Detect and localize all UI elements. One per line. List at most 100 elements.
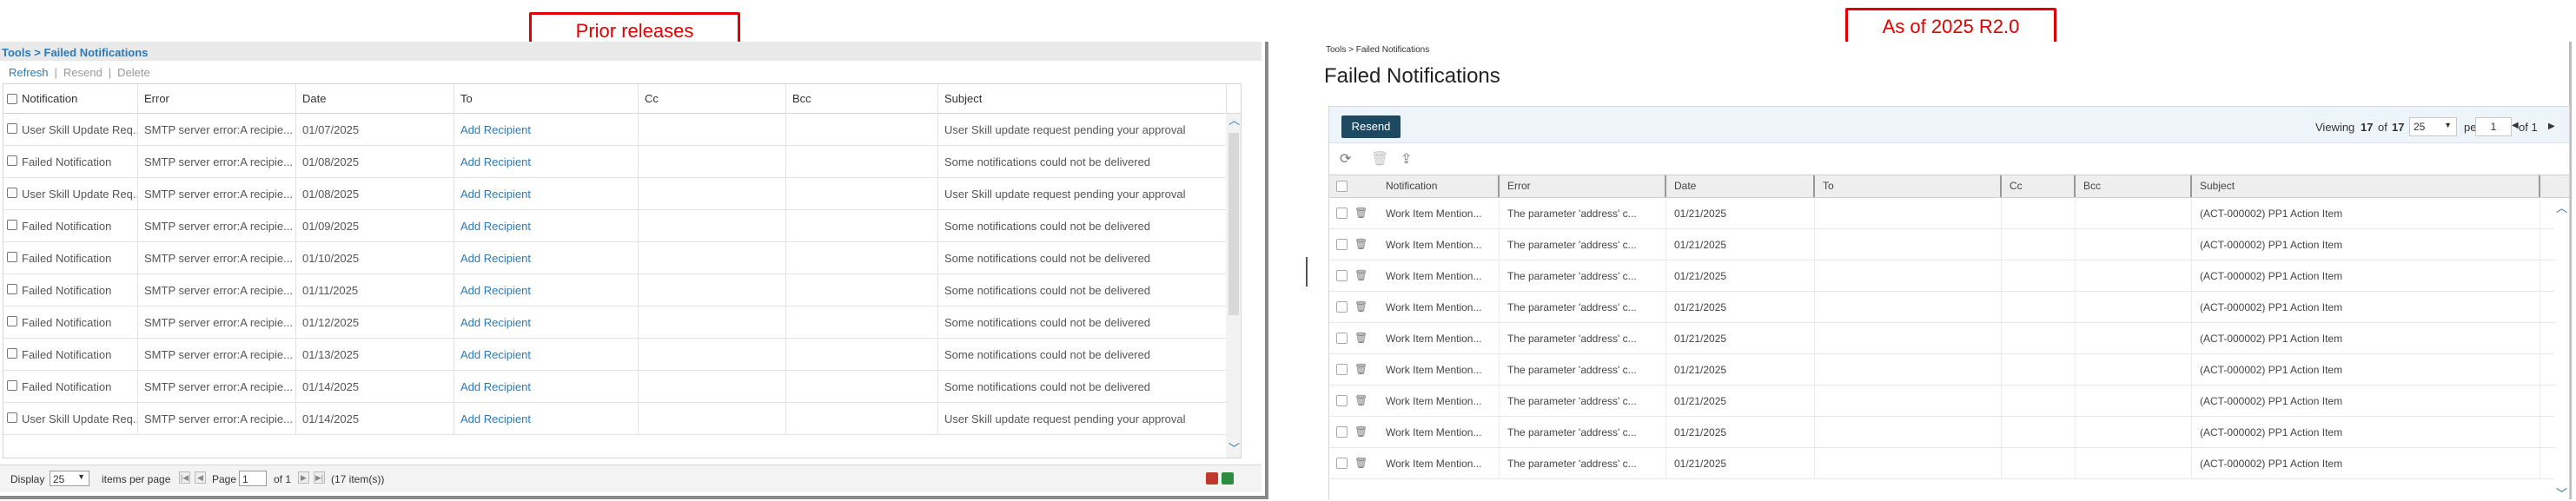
trash-icon[interactable]: 🗑 (1371, 150, 1388, 168)
grid-footer: Display 25 ▼ items per page |◀ ◀ Page 1 … (0, 465, 1262, 492)
table-row[interactable]: User Skill Update Req... SMTP server erro… (3, 114, 1227, 146)
table-row[interactable]: 🗑 Work Item Mention... The parameter 'addr… (1329, 229, 2554, 260)
delete-link[interactable]: Delete (117, 66, 150, 79)
resend-button[interactable]: Resend (1341, 115, 1401, 138)
row-checkbox[interactable] (1336, 270, 1348, 281)
export-pdf-icon[interactable] (1206, 472, 1218, 485)
breadcrumb[interactable]: Tools > Failed Notifications (0, 42, 1262, 61)
export-icon[interactable]: ⇪ (1401, 150, 1412, 168)
add-recipient-link[interactable]: Add Recipient (454, 307, 639, 338)
table-row[interactable]: User Skill Update Req... SMTP server erro… (3, 178, 1227, 210)
delete-row-icon[interactable]: 🗑 (1354, 332, 1367, 344)
table-row[interactable]: Failed Notification SMTP server error:A r… (3, 146, 1227, 178)
prev-page-icon[interactable]: ◀ (195, 471, 206, 484)
first-page-icon[interactable]: |◀ (179, 471, 190, 484)
delete-row-icon[interactable]: 🗑 (1354, 363, 1367, 375)
select-all-checkbox[interactable] (1336, 181, 1348, 192)
column-header-to[interactable]: To (1815, 175, 2002, 197)
viewing-label: Viewing (2315, 121, 2355, 134)
table-row[interactable]: 🗑 Work Item Mention... The parameter 'addr… (1329, 292, 2554, 323)
breadcrumb[interactable]: Tools > Failed Notifications (1326, 45, 1429, 55)
row-checkbox[interactable] (1336, 395, 1348, 406)
refresh-link[interactable]: Refresh (9, 66, 49, 79)
cell-date: 01/21/2025 (1666, 386, 1815, 416)
page-number-input[interactable]: 1 (239, 471, 267, 486)
add-recipient-link[interactable]: Add Recipient (454, 114, 639, 145)
row-checkbox[interactable] (1336, 364, 1348, 375)
table-row[interactable]: Failed Notification SMTP server error:A r… (3, 307, 1227, 339)
table-row[interactable]: Failed Notification SMTP server error:A r… (3, 210, 1227, 242)
add-recipient-link[interactable]: Add Recipient (454, 371, 639, 402)
column-header-date[interactable]: Date (1666, 175, 1815, 197)
cell-bcc (2076, 354, 2192, 385)
column-header-error[interactable]: Error (138, 84, 296, 113)
cell-error: The parameter 'address' c... (1500, 260, 1666, 291)
vertical-scrollbar[interactable]: ︿ ﹀ (1226, 114, 1241, 458)
display-label: Display (10, 473, 45, 485)
table-row[interactable]: Failed Notification SMTP server error:A r… (3, 371, 1227, 403)
column-header-notification[interactable]: Notification (1378, 175, 1500, 197)
table-row[interactable]: 🗑 Work Item Mention... The parameter 'addr… (1329, 386, 2554, 417)
resend-link[interactable]: Resend (63, 66, 103, 79)
last-page-icon[interactable]: ▶| (314, 471, 325, 484)
delete-row-icon[interactable]: 🗑 (1354, 207, 1367, 219)
column-header-subject[interactable]: Subject (2192, 175, 2540, 197)
next-page-icon[interactable]: ▶ (2548, 122, 2555, 131)
delete-row-icon[interactable]: 🗑 (1354, 425, 1367, 438)
add-recipient-link[interactable]: Add Recipient (454, 146, 639, 177)
export-excel-icon[interactable] (1222, 472, 1234, 485)
column-header-cc[interactable]: Cc (2002, 175, 2076, 197)
add-recipient-link[interactable]: Add Recipient (454, 403, 639, 434)
table-row[interactable]: 🗑 Work Item Mention... The parameter 'addr… (1329, 198, 2554, 229)
next-page-icon[interactable]: ▶ (298, 471, 309, 484)
delete-row-icon[interactable]: 🗑 (1354, 269, 1367, 281)
vertical-scrollbar[interactable]: ︿ ﹀ (2554, 198, 2569, 500)
scroll-up-icon[interactable]: ︿ (1228, 115, 1240, 126)
add-recipient-link[interactable]: Add Recipient (454, 242, 639, 274)
table-row[interactable]: User Skill Update Req... SMTP server erro… (3, 403, 1227, 435)
refresh-icon[interactable]: ⟳ (1340, 150, 1351, 168)
table-row[interactable]: 🗑 Work Item Mention... The parameter 'addr… (1329, 323, 2554, 354)
scroll-down-icon[interactable]: ﹀ (1228, 443, 1240, 454)
cell-subject: Some notifications could not be delivere… (938, 371, 1227, 402)
table-row[interactable]: Failed Notification SMTP server error:A r… (3, 242, 1227, 274)
table-row[interactable]: 🗑 Work Item Mention... The parameter 'addr… (1329, 354, 2554, 386)
scroll-thumb[interactable] (1228, 133, 1239, 315)
per-page-select[interactable]: 25 ▼ (2409, 117, 2457, 136)
row-checkbox[interactable] (1336, 458, 1348, 469)
column-header-to[interactable]: To (454, 84, 639, 113)
add-recipient-link[interactable]: Add Recipient (454, 178, 639, 209)
column-header-error[interactable]: Error (1500, 175, 1666, 197)
table-row[interactable]: Failed Notification SMTP server error:A r… (3, 274, 1227, 307)
column-header-date[interactable]: Date (296, 84, 454, 113)
row-checkbox[interactable] (1336, 301, 1348, 313)
page-size-select[interactable]: 25 ▼ (50, 471, 89, 486)
table-row[interactable]: 🗑 Work Item Mention... The parameter 'addr… (1329, 260, 2554, 292)
row-checkbox[interactable] (1336, 333, 1348, 344)
add-recipient-link[interactable]: Add Recipient (454, 210, 639, 241)
column-header-bcc[interactable]: Bcc (2076, 175, 2192, 197)
delete-row-icon[interactable]: 🗑 (1354, 300, 1367, 313)
cell-notification: Work Item Mention... (1378, 354, 1500, 385)
delete-row-icon[interactable]: 🗑 (1354, 457, 1367, 469)
row-checkbox[interactable] (1336, 426, 1348, 438)
column-header-cc[interactable]: Cc (639, 84, 786, 113)
row-checkbox[interactable] (1336, 239, 1348, 250)
separator: | (54, 66, 57, 79)
add-recipient-link[interactable]: Add Recipient (454, 339, 639, 370)
row-checkbox[interactable] (1336, 208, 1348, 219)
cell-cc (639, 274, 786, 306)
delete-row-icon[interactable]: 🗑 (1354, 238, 1367, 250)
page-number-input[interactable]: 1 (2475, 117, 2512, 136)
table-row[interactable]: 🗑 Work Item Mention... The parameter 'addr… (1329, 448, 2554, 479)
table-row[interactable]: 🗑 Work Item Mention... The parameter 'addr… (1329, 417, 2554, 448)
table-row[interactable]: Failed Notification SMTP server error:A r… (3, 339, 1227, 371)
column-header-notification[interactable]: Notification (16, 84, 138, 113)
add-recipient-link[interactable]: Add Recipient (454, 274, 639, 306)
cell-bcc (786, 307, 938, 338)
column-header-bcc[interactable]: Bcc (786, 84, 938, 113)
delete-row-icon[interactable]: 🗑 (1354, 394, 1367, 406)
column-header-subject[interactable]: Subject (938, 84, 1227, 113)
scroll-up-icon[interactable]: ︿ (2556, 199, 2567, 215)
scroll-down-icon[interactable]: ﹀ (2556, 485, 2567, 501)
